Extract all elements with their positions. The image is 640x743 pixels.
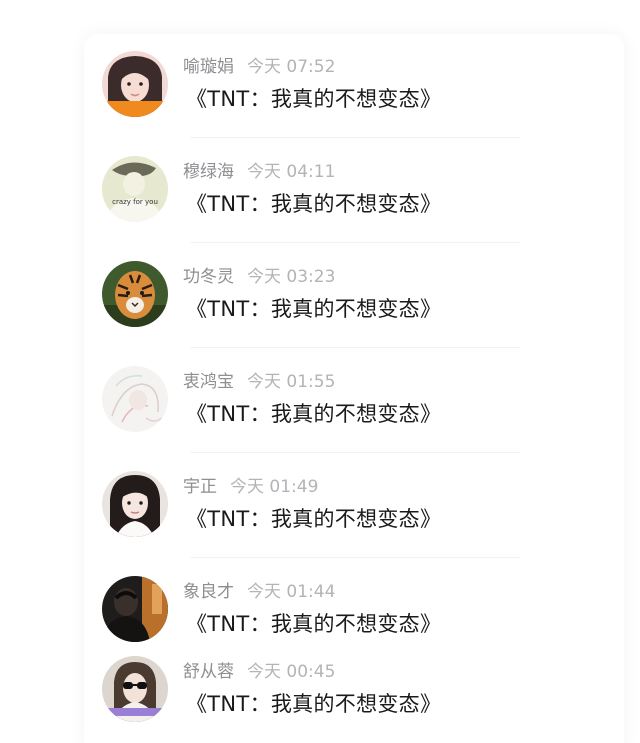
comment-time: 今天 07:52 [247,57,336,77]
comment-meta: 象良才 今天 01:44 [183,581,335,603]
avatar-caption: crazy for you [112,198,158,206]
comment-time: 今天 01:44 [247,582,336,602]
comment-meta: 宇正 今天 01:49 [183,476,318,498]
comment-text: 《TNT：我真的不想变态》 [186,402,442,426]
comment-item[interactable]: 象良才 今天 01:44 《TNT：我真的不想变态》 [102,576,542,646]
avatar[interactable] [102,261,168,327]
commenter-name[interactable]: 衷鸿宝 [183,372,234,392]
comment-time: 今天 03:23 [247,267,336,287]
commenter-name[interactable]: 宇正 [183,477,217,497]
avatar[interactable]: crazy for you [102,156,168,222]
comment-time: 今天 00:45 [247,662,336,682]
comment-time: 今天 01:55 [247,372,336,392]
comment-text: 《TNT：我真的不想变态》 [186,192,442,216]
comment-text: 《TNT：我真的不想变态》 [186,507,442,531]
divider [190,452,520,453]
commenter-name[interactable]: 喻璇娟 [183,57,234,77]
comment-item[interactable]: 功冬灵 今天 03:23 《TNT：我真的不想变态》 [102,261,542,331]
avatar[interactable] [102,471,168,537]
comment-meta: 喻璇娟 今天 07:52 [183,56,335,78]
avatar[interactable] [102,366,168,432]
comment-item[interactable]: crazy for you 穆绿海 今天 04:11 《TNT：我真的不想变态》 [102,156,542,226]
commenter-name[interactable]: 舒从蓉 [183,662,234,682]
avatar[interactable] [102,656,168,722]
comment-meta: 舒从蓉 今天 00:45 [183,661,335,683]
comment-meta: 衷鸿宝 今天 01:55 [183,371,335,393]
divider [190,137,520,138]
commenter-name[interactable]: 功冬灵 [183,267,234,287]
comment-item[interactable]: 衷鸿宝 今天 01:55 《TNT：我真的不想变态》 [102,366,542,436]
commenter-name[interactable]: 象良才 [183,582,234,602]
comment-text: 《TNT：我真的不想变态》 [186,612,442,636]
comment-text: 《TNT：我真的不想变态》 [186,692,442,716]
comment-meta: 功冬灵 今天 03:23 [183,266,335,288]
divider [190,347,520,348]
avatar[interactable] [102,51,168,117]
comment-item[interactable]: 宇正 今天 01:49 《TNT：我真的不想变态》 [102,471,542,541]
comment-item[interactable]: 喻璇娟 今天 07:52 《TNT：我真的不想变态》 [102,51,542,121]
avatar[interactable] [102,576,168,642]
comment-text: 《TNT：我真的不想变态》 [186,87,442,111]
comment-text: 《TNT：我真的不想变态》 [186,297,442,321]
comment-time: 今天 01:49 [230,477,319,497]
comment-time: 今天 04:11 [247,162,336,182]
commenter-name[interactable]: 穆绿海 [183,162,234,182]
comment-item[interactable]: 舒从蓉 今天 00:45 《TNT：我真的不想变态》 [102,656,542,726]
divider [190,557,520,558]
divider [190,242,520,243]
comment-meta: 穆绿海 今天 04:11 [183,161,335,183]
